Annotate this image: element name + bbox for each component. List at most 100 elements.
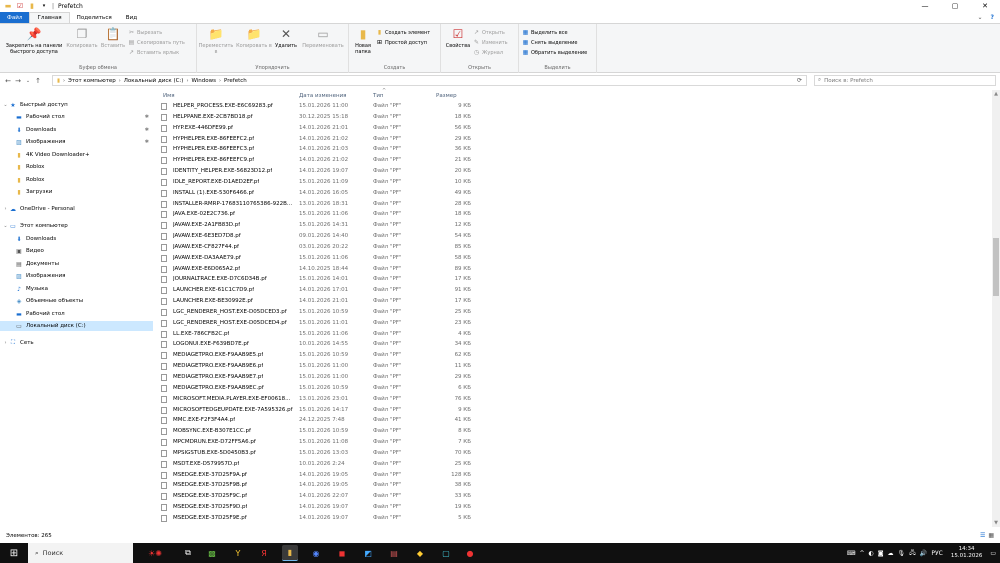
clock[interactable]: 14:34 15.01.2026 (951, 546, 983, 560)
nav-local-disk[interactable]: ▭ Локальный диск (C:) (0, 321, 153, 331)
column-header-date[interactable]: Дата изменения (299, 93, 346, 99)
network-icon[interactable]: 🖧 (909, 548, 916, 558)
nav-network[interactable]: › ⛶ Сеть (2, 338, 34, 348)
scroll-thumb[interactable] (993, 238, 999, 296)
customize-quick-access-icon[interactable]: ▾ (40, 2, 48, 10)
cloud-icon[interactable]: ☁ (888, 550, 894, 557)
breadcrumb-prefetch[interactable]: Prefetch (224, 78, 247, 84)
up-arrow-icon[interactable]: ↑ (33, 75, 43, 87)
nav-pc-desktop[interactable]: ▬ Рабочий стол (15, 309, 65, 319)
file-row[interactable]: MEDIAGETPRO.EXE-F9AAB9E5.pf 15.01.2026 10… (155, 350, 485, 361)
file-row[interactable]: LL.EXE-786CFB2C.pf 15.01.2026 11:06 Файл "… (155, 329, 485, 340)
search-input[interactable]: ⌕ Поиск в: Prefetch (814, 75, 996, 86)
paste-shortcut-button[interactable]: ↗ Вставить ярлык (128, 48, 179, 57)
chevron-up-icon[interactable]: ^ (859, 550, 864, 557)
new-folder-button[interactable]: ▮ Новая папка (351, 27, 375, 55)
select-all-button[interactable]: ▦ Выделить все (522, 28, 568, 37)
file-row[interactable]: HELPPANE.EXE-2CB7BD18.pf 30.12.2025 15:18… (155, 112, 485, 123)
file-row[interactable]: MPCMDRUN.EXE-D72FF5A6.pf 15.01.2026 11:08… (155, 437, 485, 448)
chevron-down-icon[interactable]: ⌄ (2, 223, 9, 229)
file-row[interactable]: MICROSOFTEDGEUPDATE.EXE-7A595326.pf 15.01… (155, 405, 485, 416)
invert-selection-button[interactable]: ▦ Обратить выделение (522, 48, 588, 57)
chevron-right-icon[interactable]: › (2, 206, 9, 212)
pin-quick-access-button[interactable]: 📌 Закрепить на панели быстрого доступа (3, 27, 65, 55)
file-row[interactable]: MSEDGE.EXE-37D25F9A.pf 14.01.2026 19:05 Фа… (155, 470, 485, 481)
file-row[interactable]: LGC_RENDERER_HOST.EXE-D05DCED3.pf 15.01.2… (155, 307, 485, 318)
chevron-right-icon[interactable]: › (2, 340, 9, 346)
chevron-down-icon[interactable]: ⌄ (977, 14, 982, 21)
taskbar-search-input[interactable]: ⌕ Поиск (28, 543, 133, 563)
file-explorer-icon[interactable]: ▮ (282, 545, 298, 561)
file-row[interactable]: MPSIGSTUB.EXE-5D0450B3.pf 15.01.2026 13:0… (155, 448, 485, 459)
properties-button[interactable]: ☑ Свойства (443, 27, 473, 49)
nav-video[interactable]: ▣ Видео (15, 246, 44, 256)
file-row[interactable]: JAVAW.EXE-DA3AAE79.pf 15.01.2026 11:06 Фай… (155, 253, 485, 264)
nav-music[interactable]: ♪ Музыка (15, 284, 48, 294)
file-row[interactable]: MSEDGE.EXE-37D25F9B.pf 14.01.2026 19:05 Фа… (155, 480, 485, 491)
large-icons-view-icon[interactable]: ▦ (988, 532, 994, 539)
breadcrumb-windows[interactable]: Windows (191, 78, 216, 84)
file-row[interactable]: IDENTITY_HELPER.EXE-56823D12.pf 14.01.202… (155, 166, 485, 177)
keyboard-icon[interactable]: ⌨ (847, 550, 856, 557)
winrar-app-icon[interactable]: ▤ (386, 545, 402, 561)
notifications-icon[interactable]: ▭ (990, 550, 996, 557)
file-row[interactable]: MMC.EXE-F2F3F4A4.pf 24.12.2025 7:48 Файл "… (155, 415, 485, 426)
messenger-app-icon[interactable]: ◉ (308, 545, 324, 561)
scroll-up-icon[interactable]: ▲ (992, 90, 1000, 98)
new-item-button[interactable]: ▮ Создать элемент (376, 28, 430, 37)
windows-start-icon[interactable]: ⊞ (0, 543, 28, 563)
microphone-icon[interactable]: 🎙 (898, 550, 906, 557)
nav-documents[interactable]: ▤ Документы (15, 259, 59, 269)
app-icon-red[interactable]: ● (462, 545, 478, 561)
nav-roblox-2[interactable]: ▮ Roblox (15, 175, 44, 185)
history-button[interactable]: ◷ Журнал (473, 48, 503, 57)
nav-3d-objects[interactable]: ◈ Объемные объекты (15, 296, 83, 306)
copy-button[interactable]: ❐ Копировать (66, 27, 98, 49)
task-view-icon[interactable]: ⧉ (180, 545, 196, 561)
close-button[interactable]: ✕ (970, 0, 1000, 12)
yandex-app-icon[interactable]: Я (256, 545, 272, 561)
file-row[interactable]: LAUNCHER.EXE-61C1C7D9.pf 14.01.2026 17:01… (155, 285, 485, 296)
nav-pc-downloads[interactable]: ⬇ Downloads (15, 234, 56, 244)
app-icon-cyan[interactable]: ▢ (438, 545, 454, 561)
file-row[interactable]: MSEDGE.EXE-37D25F9D.pf 14.01.2026 19:07 Фа… (155, 502, 485, 513)
nav-pictures[interactable]: ▨ Изображения ✱ (15, 137, 153, 147)
breadcrumb-local-disk[interactable]: Локальный диск (C:) (124, 78, 184, 84)
copy-to-button[interactable]: 📁 Копировать в (235, 27, 273, 49)
maximize-button[interactable]: ▢ (940, 0, 970, 12)
file-row[interactable]: MICROSOFT.MEDIA.PLAYER.EXE-EF00618... 13.… (155, 394, 485, 405)
file-row[interactable]: JAVAW.EXE-E6D065A2.pf 14.10.2025 18:44 Фай… (155, 264, 485, 275)
nav-downloads-folder[interactable]: ▮ Загрузки (15, 187, 52, 197)
file-row[interactable]: JAVA.EXE-02E2C736.pf 15.01.2026 11:06 Файл… (155, 209, 485, 220)
easy-access-button[interactable]: ⊞ Простой доступ (376, 38, 427, 47)
cut-button[interactable]: ✂ Вырезать (128, 28, 162, 37)
yandex-browser-icon[interactable]: Y (230, 545, 246, 561)
file-row[interactable]: MSDT.EXE-D579957D.pf 10.01.2026 2:24 Файл … (155, 459, 485, 470)
details-view-icon[interactable]: ☰ (980, 532, 985, 539)
file-row[interactable]: JAVAW.EXE-2A1FB83D.pf 15.01.2026 14:31 Фай… (155, 220, 485, 231)
file-row[interactable]: MEDIAGETPRO.EXE-F9AAB9E7.pf 15.01.2026 11… (155, 372, 485, 383)
chevron-down-icon[interactable]: ⌄ (2, 102, 9, 108)
minecraft-app-icon[interactable]: ▩ (204, 545, 220, 561)
address-field[interactable]: ▮ › Этот компьютер › Локальный диск (C:)… (52, 75, 807, 86)
nav-onedrive[interactable]: › ☁ OneDrive - Personal (2, 204, 75, 214)
file-row[interactable]: JOURNALTRACE.EXE-D7C6D34B.pf 15.01.2026 1… (155, 274, 485, 285)
file-row[interactable]: JAVAW.EXE-CF827F44.pf 03.01.2026 20:22 Фай… (155, 242, 485, 253)
volume-icon[interactable]: 🔊 (920, 550, 927, 557)
tab-file[interactable]: Файл (0, 12, 30, 23)
breadcrumb-this-pc[interactable]: Этот компьютер (68, 78, 116, 84)
edit-button[interactable]: ✎ Изменить (473, 38, 508, 47)
file-row[interactable]: IDLE_REPORT.EXE-D1AED2EF.pf 15.01.2026 11… (155, 177, 485, 188)
copy-path-button[interactable]: ▤ Скопировать путь (128, 38, 185, 47)
forward-arrow-icon[interactable]: → (13, 75, 23, 87)
help-icon[interactable]: ? (991, 14, 994, 21)
tab-share[interactable]: Поделиться (70, 12, 119, 23)
camera-icon[interactable]: ◙ (878, 550, 884, 557)
language-indicator[interactable]: РУС (931, 550, 942, 557)
recent-chevron-icon[interactable]: ⌄ (23, 75, 33, 87)
nav-this-pc[interactable]: ⌄ ▭ Этот компьютер (2, 221, 67, 231)
app-icon-blue[interactable]: ◩ (360, 545, 376, 561)
file-row[interactable]: JAVAW.EXE-6E3ED7D8.pf 09.01.2026 14:40 Фай… (155, 231, 485, 242)
file-row[interactable]: LAUNCHER.EXE-BE30992E.pf 14.01.2026 21:01… (155, 296, 485, 307)
nav-downloads[interactable]: ⬇ Downloads ✱ (15, 125, 153, 135)
